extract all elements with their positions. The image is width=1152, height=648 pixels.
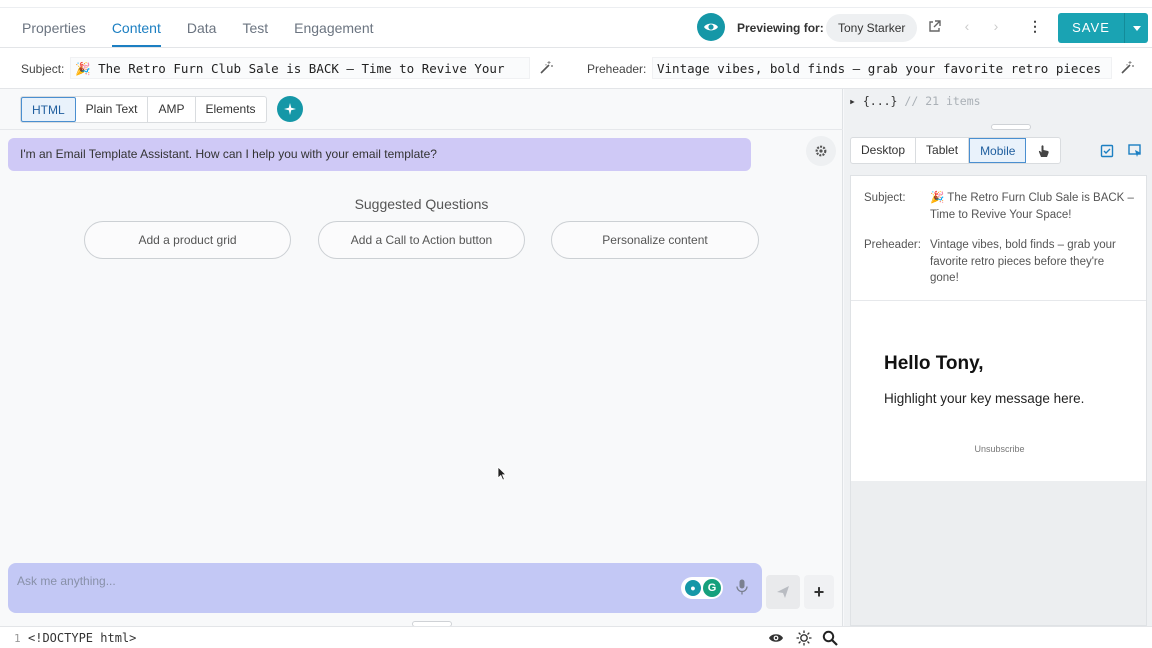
subject-row: Subject: 🎉 The Retro Furn Club Sale is B… [0, 48, 1152, 89]
chat-input[interactable]: Ask me anything... ● G [8, 563, 762, 613]
tab-content[interactable]: Content [111, 20, 161, 47]
json-viewer[interactable]: ▸ {...} // 21 items [849, 94, 981, 108]
eye-icon [704, 23, 718, 31]
device-tablet[interactable]: Tablet [916, 138, 970, 163]
send-icon [777, 586, 789, 598]
gear-icon [815, 145, 827, 157]
code-line[interactable]: <!DOCTYPE html> [28, 631, 136, 645]
subject-label: Subject: [21, 62, 65, 76]
assistant-settings-button[interactable] [806, 136, 836, 166]
ai-assistant-button[interactable] [277, 96, 303, 122]
chevron-right-icon[interactable]: › [987, 17, 1005, 35]
mode-plain-text[interactable]: Plain Text [76, 97, 149, 122]
save-button[interactable]: SAVE [1058, 13, 1124, 43]
email-preview: Subject: 🎉 The Retro Furn Club Sale is B… [850, 175, 1147, 626]
more-vertical-icon[interactable]: ⋮ [1026, 17, 1044, 35]
search-icon[interactable] [821, 630, 839, 646]
magic-wand-icon[interactable] [538, 60, 554, 76]
external-link-icon[interactable] [925, 17, 943, 35]
tab-properties[interactable]: Properties [22, 20, 86, 47]
json-collapsed: {...} [862, 94, 898, 108]
device-switch: Desktop Tablet Mobile [850, 137, 1062, 164]
mode-elements[interactable]: Elements [196, 97, 266, 122]
inspect-element-icon[interactable] [1126, 142, 1144, 160]
main-tabs: Properties Content Data Test Engagement [22, 20, 374, 47]
chat-input-placeholder: Ask me anything... [17, 574, 116, 588]
suggestion-product-grid[interactable]: Add a product grid [84, 221, 291, 259]
add-button[interactable]: + [804, 575, 834, 609]
preview-subject-label: Subject: [864, 192, 906, 204]
previewing-label: Previewing for: [737, 21, 824, 35]
chat-plugins: ● G [681, 577, 723, 599]
preview-subject-value: 🎉 The Retro Furn Club Sale is BACK – Tim… [930, 192, 1134, 221]
sun-icon[interactable] [795, 630, 813, 646]
assistant-message: I'm an Email Template Assistant. How can… [8, 138, 751, 171]
suggestion-personalize[interactable]: Personalize content [551, 221, 759, 259]
preview-checklist-icon[interactable] [1098, 142, 1116, 160]
top-strip [0, 0, 1152, 8]
chevron-left-icon[interactable]: ‹ [958, 17, 976, 35]
eye-icon[interactable] [767, 630, 785, 646]
device-desktop[interactable]: Desktop [851, 138, 917, 163]
preview-eye-button[interactable] [697, 13, 725, 41]
touch-mode-button[interactable] [1026, 138, 1060, 163]
preview-preheader-label: Preheader: [864, 239, 921, 251]
toolbar-divider [0, 129, 843, 130]
preview-panel: ▸ {...} // 21 items Desktop Tablet Mobil… [844, 89, 1152, 626]
tab-test[interactable]: Test [242, 20, 268, 47]
preview-divider [851, 300, 1146, 301]
unsubscribe-link[interactable]: Unsubscribe [851, 444, 1148, 454]
save-dropdown-button[interactable] [1124, 13, 1148, 43]
grammarly-icon[interactable]: G [703, 579, 721, 597]
preview-user-chip[interactable]: Tony Starker [826, 14, 918, 42]
expand-triangle-icon[interactable]: ▸ [849, 94, 863, 108]
editor-mode-switch: HTML Plain Text AMP Elements [20, 96, 267, 123]
preheader-label: Preheader: [587, 62, 647, 76]
preheader-input[interactable]: Vintage vibes, bold finds – grab your fa… [652, 57, 1112, 79]
preview-preheader-value: Vintage vibes, bold finds – grab your fa… [930, 239, 1116, 284]
email-greeting: Hello Tony, [884, 353, 984, 374]
lightbulb-icon[interactable]: ● [685, 580, 701, 596]
tab-data[interactable]: Data [187, 20, 217, 47]
email-message: Highlight your key message here. [884, 391, 1085, 406]
preview-background [851, 481, 1146, 625]
send-button[interactable] [766, 575, 800, 609]
caret-down-icon [1132, 25, 1141, 31]
microphone-icon[interactable] [736, 579, 748, 595]
code-editor-footer: 1 <!DOCTYPE html> [0, 626, 1152, 648]
mouse-cursor-icon [497, 466, 507, 481]
mode-amp[interactable]: AMP [148, 97, 196, 122]
mode-html[interactable]: HTML [21, 97, 76, 122]
resize-handle[interactable] [991, 124, 1031, 130]
device-mobile[interactable]: Mobile [969, 138, 1027, 163]
subject-input[interactable]: 🎉 The Retro Furn Club Sale is BACK – Tim… [70, 57, 530, 79]
suggested-questions-title: Suggested Questions [354, 196, 489, 212]
line-number: 1 [14, 632, 21, 645]
hand-pointer-icon [1038, 144, 1049, 157]
json-item-count: // 21 items [904, 94, 981, 108]
sparkle-icon [284, 103, 296, 115]
editor-panel: HTML Plain Text AMP Elements I'm an Emai… [0, 89, 843, 627]
suggestion-cta-button[interactable]: Add a Call to Action button [318, 221, 525, 259]
tab-engagement[interactable]: Engagement [294, 20, 373, 47]
magic-wand-icon[interactable] [1119, 60, 1135, 76]
top-bar: Properties Content Data Test Engagement … [0, 0, 1152, 48]
